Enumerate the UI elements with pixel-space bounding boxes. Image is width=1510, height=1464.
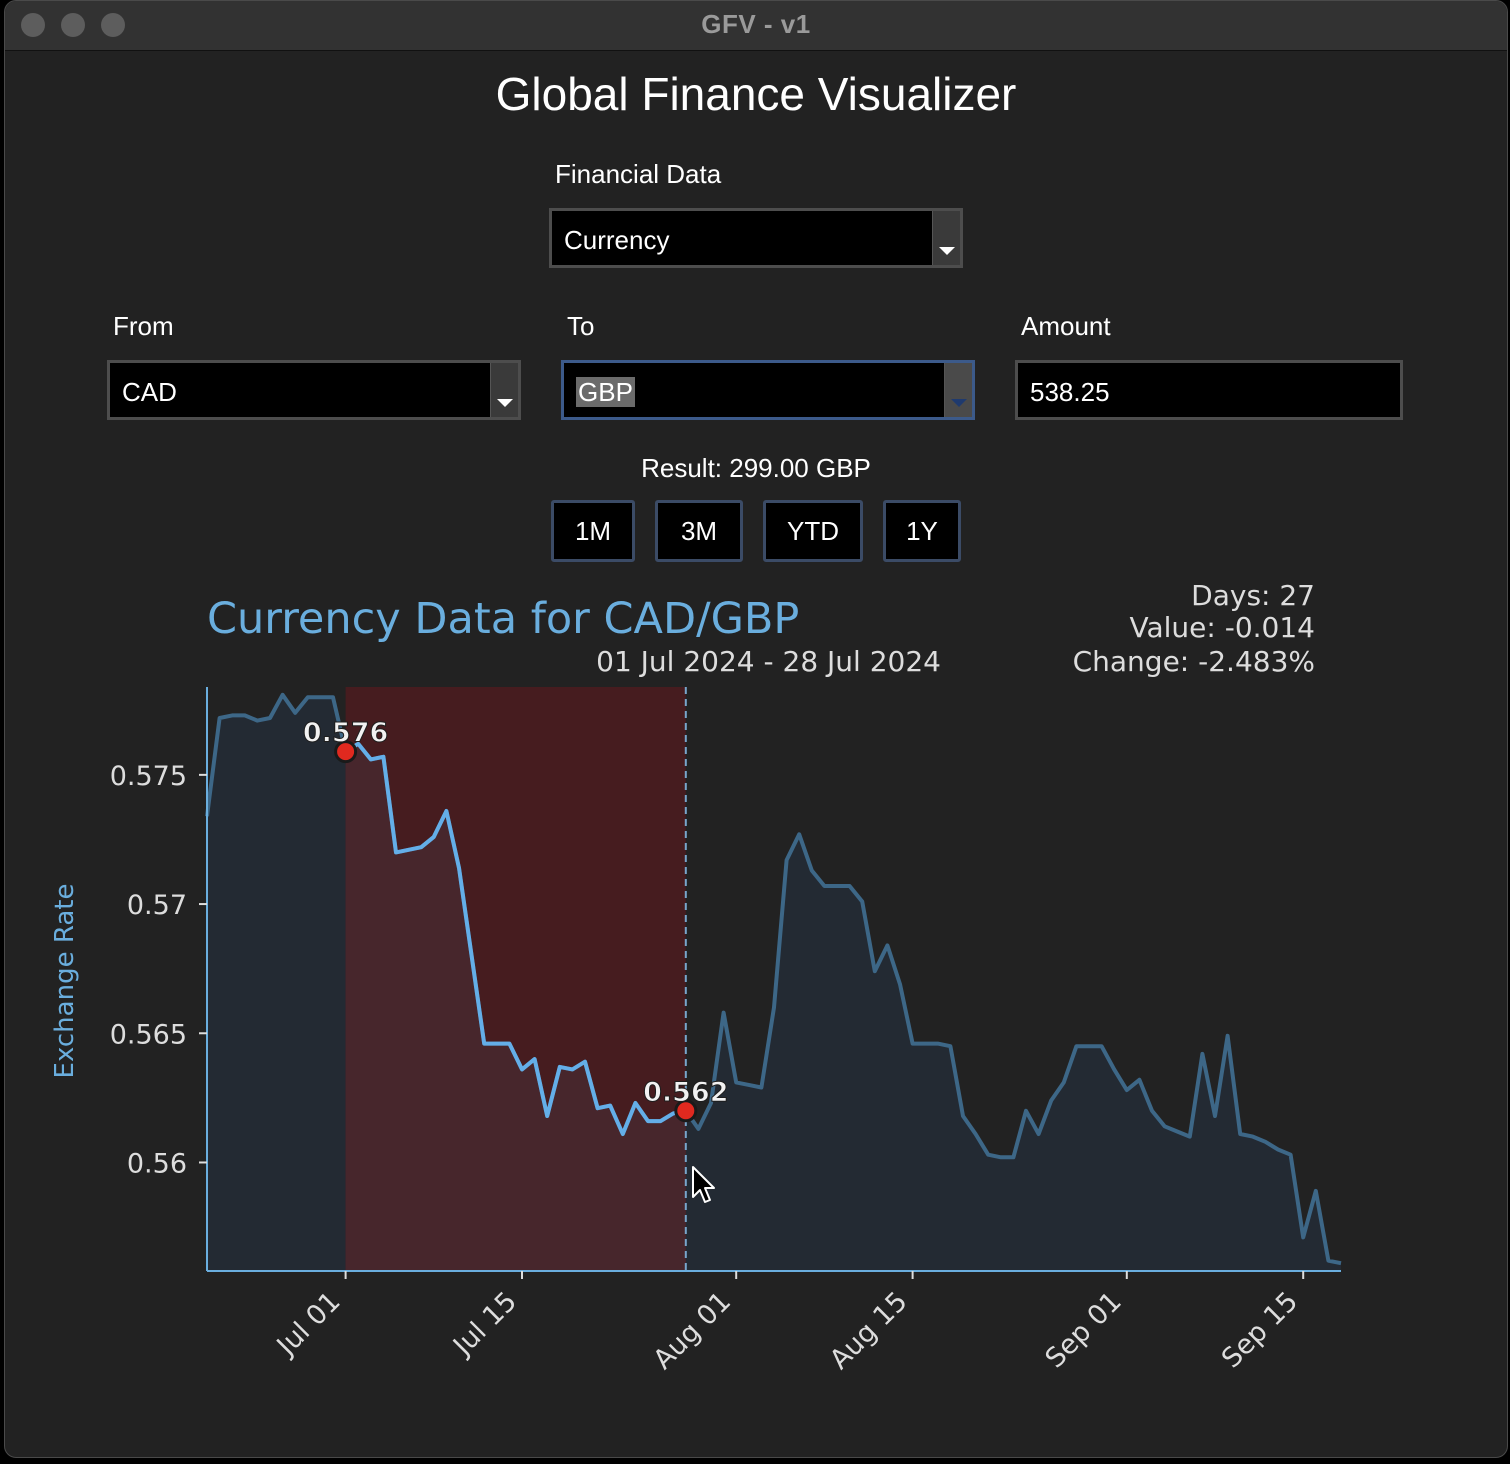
x-tick-label: Sep 15 [1216,1286,1304,1374]
range-button-ytd[interactable]: YTD [763,500,863,562]
chevron-down-icon[interactable] [932,211,960,265]
x-tick-label: Jul 01 [270,1286,347,1363]
window-title: GFV - v1 [701,9,811,39]
financial-data-label: Financial Data [555,159,722,189]
amount-label: Amount [1021,311,1111,341]
range-button-1y[interactable]: 1Y [883,500,961,562]
stat-value: Value: -0.014 [1130,611,1316,644]
data-point-marker [674,1099,698,1123]
from-currency-value: CAD [122,377,177,407]
to-currency-value: GBP [576,377,635,407]
series-line-full [205,692,1342,1266]
stat-days: Days: 27 [1191,579,1315,612]
x-tick-label: Aug 01 [648,1286,738,1376]
selected-range-highlight [345,687,686,1271]
title-bar: GFV - v1 [5,1,1507,51]
x-tick-label: Sep 01 [1039,1286,1127,1374]
from-currency-select[interactable]: CAD [107,360,521,420]
selected-area-fill [345,743,686,1271]
data-point-marker [334,740,358,764]
financial-data-value: Currency [564,225,670,255]
financial-data-select[interactable]: Currency [549,208,963,268]
from-label: From [113,311,174,341]
amount-input[interactable]: 538.25 [1015,360,1403,420]
chart-title: Currency Data for CAD/GBP [207,594,799,644]
y-tick-label: 0.56 [127,1148,187,1179]
series-line-selected [344,741,687,1136]
to-label: To [567,311,595,341]
data-point-label: 0.562 [643,1077,728,1108]
range-button-1m[interactable]: 1M [551,500,635,562]
x-tick-label: Aug 15 [824,1286,914,1376]
chart-subtitle: 01 Jul 2024 - 28 Jul 2024 [596,645,941,678]
result-text: Result: 299.00 GBP [641,453,871,483]
chevron-down-icon[interactable] [944,363,972,417]
stat-change: Change: -2.483% [1073,645,1315,678]
app-window: GFV - v1 Global Finance Visualizer Finan… [4,0,1508,1458]
range-button-3m[interactable]: 3M [655,500,743,562]
y-axis-label: Exchange Rate [50,884,80,1079]
app-title: Global Finance Visualizer [495,68,1017,120]
x-tick-label: Jul 15 [446,1286,523,1363]
chevron-down-icon[interactable] [490,363,518,417]
to-currency-select[interactable]: GBP [561,360,975,420]
data-point-label: 0.576 [303,718,388,749]
area-fill [207,694,1341,1271]
y-tick-label: 0.565 [110,1019,187,1050]
mouse-pointer-icon [692,1166,715,1203]
y-tick-label: 0.575 [110,761,187,792]
y-tick-label: 0.57 [127,890,187,921]
